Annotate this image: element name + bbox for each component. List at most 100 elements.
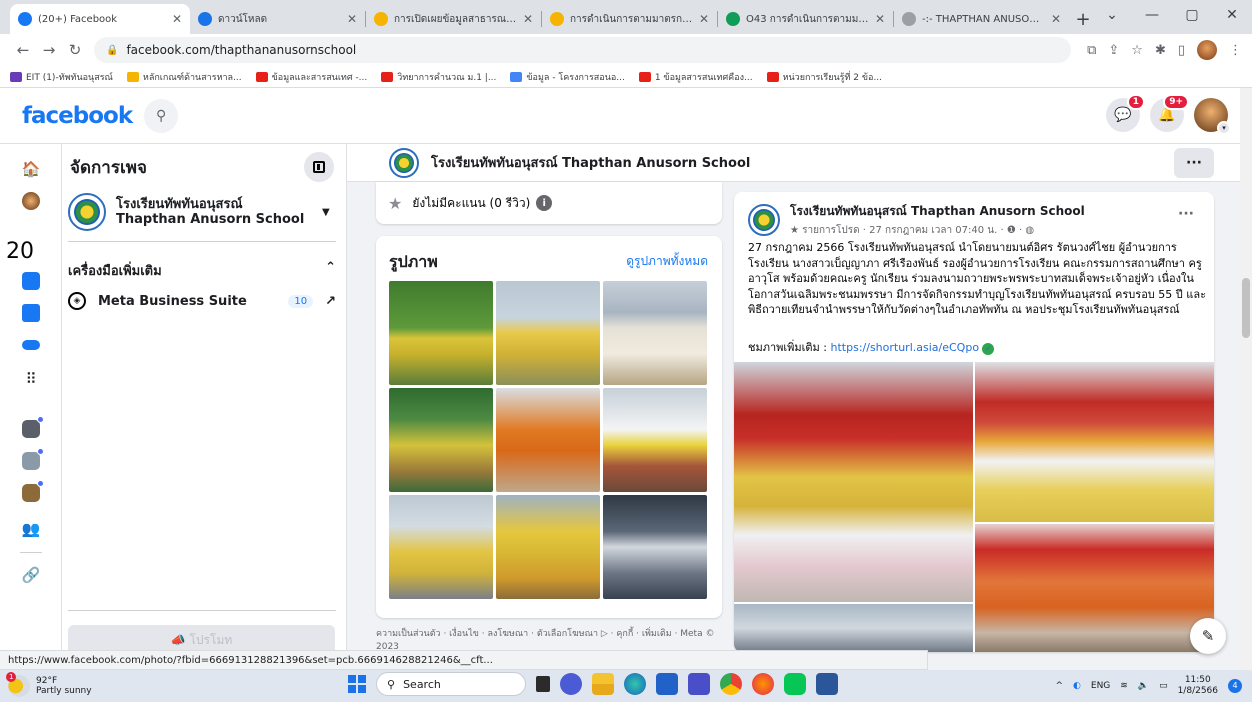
chrome-icon[interactable] (720, 673, 742, 695)
school-logo-icon[interactable] (748, 204, 780, 236)
bookmark-item[interactable]: หลักเกณฑ์ด้านสารหาล... (126, 70, 242, 84)
line-icon[interactable] (784, 673, 806, 695)
tab-close-icon[interactable]: ✕ (523, 12, 533, 26)
collapse-panel-button[interactable] (304, 152, 334, 182)
tab-close-icon[interactable]: ✕ (347, 12, 357, 26)
bookmark-item[interactable]: วิทยาการคำนวณ ม.1 |... (381, 70, 496, 84)
gaming-icon[interactable] (20, 334, 42, 356)
bookmark-item[interactable]: EIT (1)-ทัพทันอนุสรณ์ (10, 70, 113, 84)
tab-search-icon[interactable]: ⌄ (1092, 7, 1132, 23)
photo-thumbnail[interactable] (603, 388, 707, 492)
browser-tab[interactable]: -:- THAPTHAN ANUSORN S ✕ (894, 4, 1069, 34)
photo-thumbnail[interactable] (496, 388, 600, 492)
google-drive-icon[interactable]: ◐ (1073, 681, 1081, 691)
store-icon[interactable] (656, 673, 678, 695)
profile-rail-avatar[interactable] (20, 190, 42, 212)
extensions-icon[interactable]: ✱ (1155, 43, 1166, 58)
maximize-button[interactable]: ▢ (1172, 7, 1212, 23)
account-avatar[interactable]: ▾ (1194, 98, 1231, 135)
back-button[interactable]: ← (10, 41, 36, 59)
marketplace-icon[interactable] (20, 302, 42, 324)
photo-thumbnail[interactable] (603, 495, 707, 599)
speaker-icon[interactable]: 🔈 (1138, 681, 1149, 691)
messenger-button[interactable]: 💬 1 (1106, 94, 1145, 132)
browser-tab[interactable]: การเปิดเผยข้อมูลสาธารณะ (Op ✕ (366, 4, 541, 34)
post-image[interactable] (734, 362, 973, 602)
photo-thumbnail[interactable] (496, 495, 600, 599)
tab-close-icon[interactable]: ✕ (172, 12, 182, 26)
more-tools-header[interactable]: เครื่องมือเพิ่มเติม ⌃ (68, 260, 336, 281)
taskbar-search[interactable]: ⚲ Search (376, 672, 526, 696)
search-icon[interactable]: ⚲ (144, 98, 179, 133)
browser-tab[interactable]: ดาวน์โหลด ✕ (190, 4, 365, 34)
minimize-button[interactable]: — (1132, 7, 1172, 23)
bookmark-item[interactable]: ข้อมูล - โครงการสอนอ... (510, 70, 625, 84)
reload-button[interactable]: ↻ (62, 41, 88, 59)
menu-grid-icon[interactable]: ⠿ (20, 368, 42, 390)
lock-icon[interactable]: 🔒 (106, 45, 118, 56)
link-icon[interactable]: 🔗 (20, 564, 42, 586)
browser-tab[interactable]: O43 การดำเนินการตามมาตรก ✕ (718, 4, 893, 34)
post-image[interactable] (734, 604, 973, 652)
share-icon[interactable]: ⇪ (1108, 43, 1119, 58)
scrollbar-thumb[interactable] (1242, 278, 1250, 338)
post-link[interactable]: https://shorturl.asia/eCQpo (831, 341, 980, 354)
install-app-icon[interactable]: ⧉ (1087, 43, 1096, 58)
groups-icon[interactable]: 👥 (20, 518, 42, 540)
wifi-icon[interactable]: ≋ (1120, 681, 1128, 691)
edge-icon[interactable] (624, 673, 646, 695)
post-more-button[interactable]: ··· (1178, 206, 1194, 222)
bookmark-star-icon[interactable]: ☆ (1131, 43, 1143, 58)
post-author[interactable]: โรงเรียนทัพทันอนุสรณ์ Thapthan Anusorn S… (790, 202, 1085, 221)
side-panel-icon[interactable]: ▯ (1178, 43, 1185, 58)
app-z-icon[interactable] (688, 673, 710, 695)
tab-close-icon[interactable]: ✕ (1051, 12, 1061, 26)
compose-button[interactable]: ✎ (1190, 618, 1226, 654)
battery-icon[interactable]: ▭ (1159, 681, 1168, 691)
weather-widget[interactable]: 1 92°F Partly sunny (6, 672, 92, 697)
bookmark-item[interactable]: หน่วยการเรียนรู้ที่ 2 ข้อ... (766, 70, 882, 84)
word-icon[interactable] (816, 673, 838, 695)
photo-thumbnail[interactable] (389, 281, 493, 385)
forward-button[interactable]: → (36, 41, 62, 59)
bookmark-item[interactable]: ข้อมูลและสารสนเทศ -... (255, 70, 367, 84)
firefox-icon[interactable] (752, 673, 774, 695)
tab-close-icon[interactable]: ✕ (699, 12, 709, 26)
home-icon[interactable]: 🏠 (20, 158, 42, 180)
file-explorer-icon[interactable] (592, 673, 614, 695)
start-button[interactable] (348, 675, 366, 693)
tray-chevron-icon[interactable]: ^ (1055, 681, 1063, 691)
page-switcher[interactable]: โรงเรียนทัพทันอนุสรณ์ Thapthan Anusorn S… (68, 190, 338, 234)
clock[interactable]: 11:50 1/8/2566 (1178, 675, 1218, 697)
page-scrollbar[interactable] (1240, 88, 1252, 670)
video-icon[interactable] (20, 270, 42, 292)
profile-avatar[interactable] (1197, 40, 1217, 60)
post-image[interactable] (975, 362, 1214, 522)
facebook-logo[interactable]: facebook (22, 103, 133, 129)
task-view-icon[interactable] (536, 676, 550, 692)
see-all-photos-link[interactable]: ดูรูปภาพทั้งหมด (626, 252, 708, 271)
menu-kebab-icon[interactable]: ⋮ (1229, 43, 1242, 58)
shortcut-page-3[interactable] (20, 480, 44, 504)
browser-tab[interactable]: (20+) Facebook ✕ (10, 4, 190, 34)
language-indicator[interactable]: ENG (1091, 681, 1110, 691)
photo-thumbnail[interactable] (389, 495, 493, 599)
shortcut-page-1[interactable] (20, 416, 44, 440)
notification-count[interactable]: 4 (1228, 679, 1242, 693)
close-window-button[interactable]: ✕ (1212, 7, 1252, 23)
chat-icon[interactable] (560, 673, 582, 695)
notifications-button[interactable]: 🔔 9+ (1150, 94, 1189, 132)
school-logo-icon[interactable] (389, 147, 419, 178)
meta-business-suite-link[interactable]: ◈ Meta Business Suite 10 ↗ (68, 292, 336, 310)
tab-close-icon[interactable]: ✕ (875, 12, 885, 26)
page-more-button[interactable]: ··· (1174, 148, 1214, 178)
photo-thumbnail[interactable] (603, 281, 707, 385)
bookmark-item[interactable]: 1 ข้อมูลสารสนเทศคือง... (638, 70, 753, 84)
photo-thumbnail[interactable] (496, 281, 600, 385)
page-header-name[interactable]: โรงเรียนทัพทันอนุสรณ์ Thapthan Anusorn S… (431, 152, 750, 173)
browser-tab[interactable]: การดำเนินการตามมาตรการส่งเ ✕ (542, 4, 717, 34)
shortcut-page-2[interactable] (20, 448, 44, 472)
post-image[interactable] (975, 524, 1214, 652)
info-icon[interactable]: i (536, 195, 553, 211)
omnibox[interactable]: 🔒 facebook.com/thapthananusornschool (94, 37, 1072, 63)
